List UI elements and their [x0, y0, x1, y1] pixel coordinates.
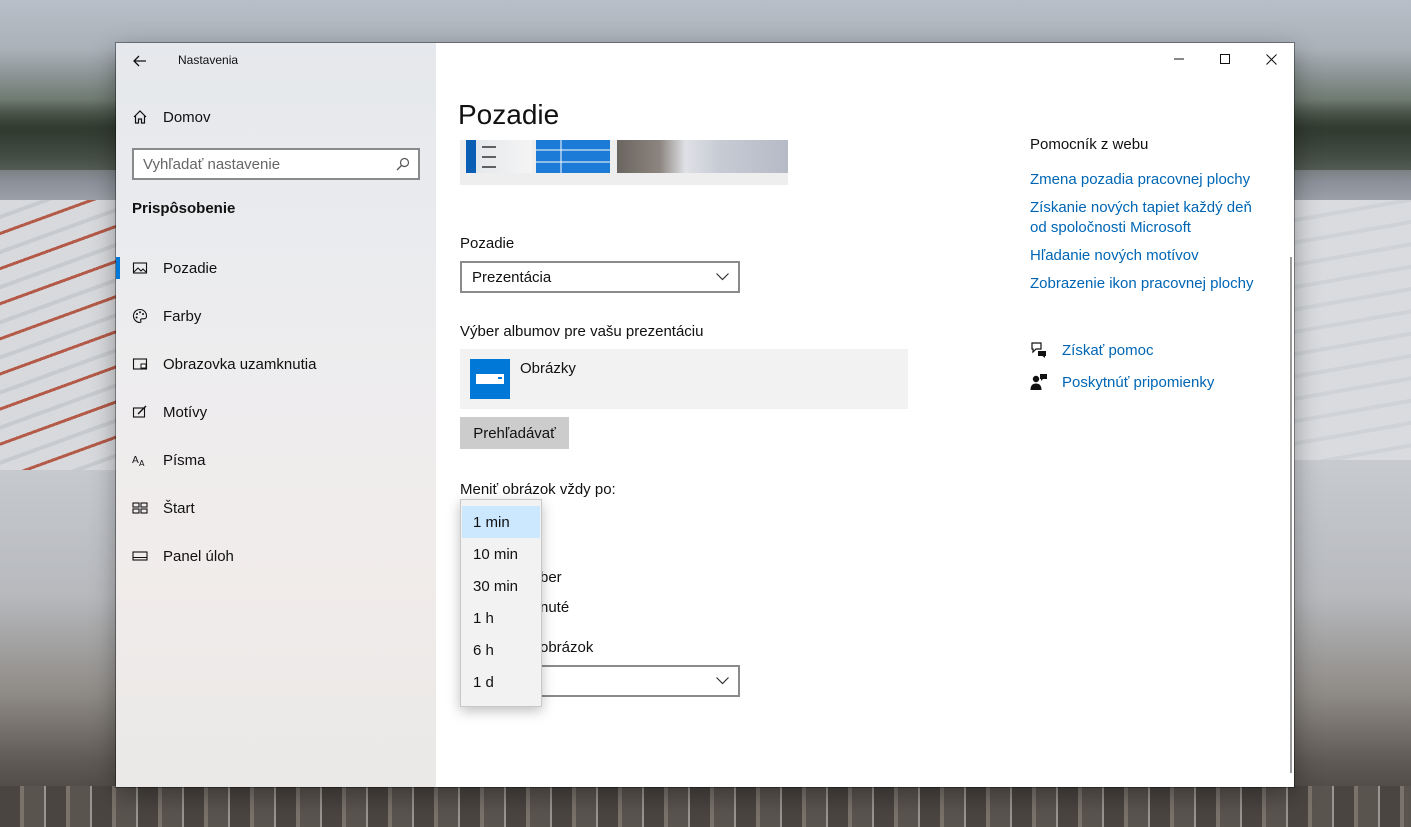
help-header: Pomocník z webu — [1030, 136, 1149, 153]
background-type-label: Pozadie — [460, 235, 515, 252]
sidebar-item-label: Písma — [163, 451, 206, 469]
interval-option[interactable]: 6 h — [462, 634, 540, 666]
get-help-label: Získať pomoc — [1062, 341, 1154, 359]
page-title: Pozadie — [458, 99, 560, 130]
minimize-icon — [1174, 58, 1184, 60]
scrollbar[interactable] — [1290, 257, 1292, 773]
section-header: Prispôsobenie — [132, 200, 236, 217]
sidebar-item-label: Štart — [163, 499, 195, 517]
sidebar-item-themes[interactable]: Motívy — [116, 392, 436, 432]
app-title: Nastavenia — [178, 53, 239, 67]
back-button[interactable] — [128, 49, 152, 73]
background-preview — [460, 140, 788, 185]
get-help-link[interactable]: Získať pomoc — [1030, 341, 1154, 359]
palette-icon — [132, 308, 148, 324]
desktop-background-bottom — [0, 786, 1411, 827]
album-label: Výber albumov pre vašu prezentáciu — [460, 323, 704, 340]
sidebar-item-colors[interactable]: Farby — [116, 296, 436, 336]
close-icon — [1265, 53, 1277, 65]
desktop-background-left — [0, 200, 116, 470]
interval-option[interactable]: 1 h — [462, 602, 540, 634]
help-link-find-themes[interactable]: Hľadanie nových motívov — [1030, 246, 1270, 266]
battery-label-partial: nuté — [540, 599, 570, 616]
interval-option[interactable]: 10 min — [462, 538, 540, 570]
settings-window: Nastavenia Domov Vyhľadať nastavenie Pri… — [116, 43, 1294, 787]
chevron-down-icon — [706, 273, 738, 281]
interval-option[interactable]: 1 min — [462, 506, 540, 538]
folder-icon — [470, 359, 510, 399]
search-icon[interactable] — [388, 149, 418, 179]
change-interval-label: Meniť obrázok vždy po: — [460, 481, 616, 498]
svg-text:A: A — [132, 455, 139, 466]
taskbar-icon — [132, 551, 148, 561]
close-button[interactable] — [1248, 43, 1294, 75]
sidebar-item-label: Farby — [163, 307, 202, 325]
sidebar-item-label: Motívy — [163, 403, 208, 421]
search-placeholder: Vyhľadať nastavenie — [143, 155, 281, 173]
help-link-desktop-icons[interactable]: Zobrazenie ikon pracovnej plochy — [1030, 274, 1270, 294]
shuffle-label-partial: ber — [540, 569, 562, 586]
interval-option[interactable]: 30 min — [462, 570, 540, 602]
feedback-icon — [1030, 373, 1048, 391]
background-type-value: Prezentácia — [472, 268, 552, 286]
lock-screen-icon — [132, 358, 148, 370]
sidebar-item-label: Panel úloh — [163, 547, 234, 565]
start-icon — [132, 502, 148, 514]
preview-start-tiles — [536, 140, 610, 173]
picture-icon — [132, 262, 148, 274]
fonts-icon: AA — [132, 455, 145, 468]
sidebar-item-taskbar[interactable]: Panel úloh — [116, 536, 436, 576]
maximize-icon — [1220, 54, 1230, 64]
interval-dropdown[interactable]: 1 min 10 min 30 min 1 h 6 h 1 d — [460, 499, 542, 707]
back-arrow-icon — [133, 55, 146, 67]
album-name: Obrázky — [520, 360, 576, 377]
home-label: Domov — [163, 108, 211, 126]
feedback-link[interactable]: Poskytnúť pripomienky — [1030, 373, 1214, 391]
sidebar-item-label: Pozadie — [163, 259, 218, 277]
sidebar: Nastavenia Domov Vyhľadať nastavenie Pri… — [116, 43, 436, 787]
sidebar-item-start[interactable]: Štart — [116, 488, 436, 528]
sidebar-item-lock-screen[interactable]: Obrazovka uzamknutia — [116, 344, 436, 384]
album-item[interactable]: Obrázky — [460, 349, 908, 409]
svg-text:A: A — [139, 459, 145, 468]
preview-wallpaper — [617, 140, 788, 173]
search-input[interactable]: Vyhľadať nastavenie — [132, 148, 420, 180]
active-indicator — [116, 257, 120, 279]
desktop-background-right — [1294, 200, 1411, 460]
sidebar-item-label: Obrazovka uzamknutia — [163, 355, 317, 373]
sidebar-item-fonts[interactable]: AA Písma — [116, 440, 436, 480]
preview-tile — [466, 140, 532, 173]
fit-label-partial: obrázok — [540, 639, 594, 656]
maximize-button[interactable] — [1202, 43, 1248, 75]
browse-button[interactable]: Prehľadávať — [460, 417, 569, 449]
chevron-down-icon — [706, 677, 738, 685]
help-link-daily-wallpapers[interactable]: Získanie nových tapiet každý deň od spol… — [1030, 198, 1260, 238]
feedback-label: Poskytnúť pripomienky — [1062, 373, 1215, 391]
themes-icon — [132, 405, 147, 418]
sidebar-item-background[interactable]: Pozadie — [116, 248, 436, 288]
home-nav-item[interactable]: Domov — [132, 106, 211, 128]
help-link-change-background[interactable]: Zmena pozadia pracovnej plochy — [1030, 170, 1260, 190]
main-content: Pozadie Pozadie Prezentácia Výber albumo… — [436, 43, 1294, 787]
minimize-button[interactable] — [1156, 43, 1202, 75]
home-icon — [133, 110, 147, 124]
interval-option[interactable]: 1 d — [462, 666, 540, 698]
chat-help-icon — [1030, 341, 1048, 359]
background-type-select[interactable]: Prezentácia — [460, 261, 740, 293]
